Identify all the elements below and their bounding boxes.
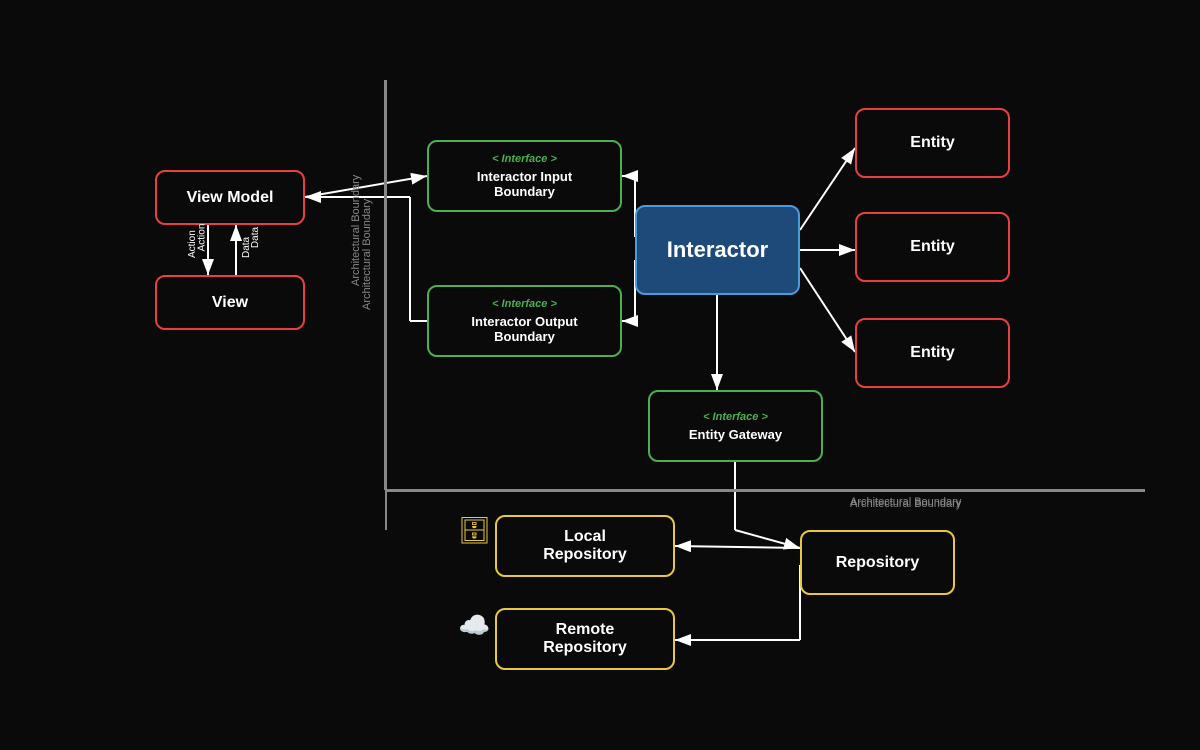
interactor-box: Interactor (635, 205, 800, 295)
arch-boundary-v-label: Architectural Boundary (350, 175, 362, 286)
architecture-diagram: Action Data (0, 0, 1200, 750)
remote-repository-box: Remote Repository (495, 608, 675, 670)
cloud-icon: ☁️ (458, 610, 490, 641)
entity1-box: Entity (855, 108, 1010, 178)
interactor-output-label: Interactor OutputBoundary (471, 314, 577, 344)
data-label: Data (250, 227, 261, 248)
arch-boundary-vertical (385, 80, 387, 530)
arch-boundary-h-label: Architectural Boundary (850, 498, 961, 510)
action-label: Action (196, 224, 207, 252)
interactor-input-box: < Interface > Interactor InputBoundary (427, 140, 622, 212)
entity2-box: Entity (855, 212, 1010, 282)
database-icon: 🗄 (458, 515, 491, 546)
entity-gateway-box: < Interface > Entity Gateway (648, 390, 823, 462)
view-model-box: View Model (155, 170, 305, 225)
interactor-input-label: Interactor InputBoundary (477, 169, 572, 199)
local-repository-box: Local Repository (495, 515, 675, 577)
entity-gateway-label: Entity Gateway (689, 427, 782, 442)
interface-label-gateway: < Interface > (703, 411, 768, 423)
arch-boundary-horizontal (385, 490, 1145, 492)
entity3-box: Entity (855, 318, 1010, 388)
svg-text:Architectural Boundary: Architectural Boundary (361, 198, 373, 310)
view-box: View (155, 275, 305, 330)
repository-box: Repository (800, 530, 955, 595)
interface-label-output: < Interface > (492, 298, 557, 310)
interface-label-input: < Interface > (492, 153, 557, 165)
interactor-output-box: < Interface > Interactor OutputBoundary (427, 285, 622, 357)
